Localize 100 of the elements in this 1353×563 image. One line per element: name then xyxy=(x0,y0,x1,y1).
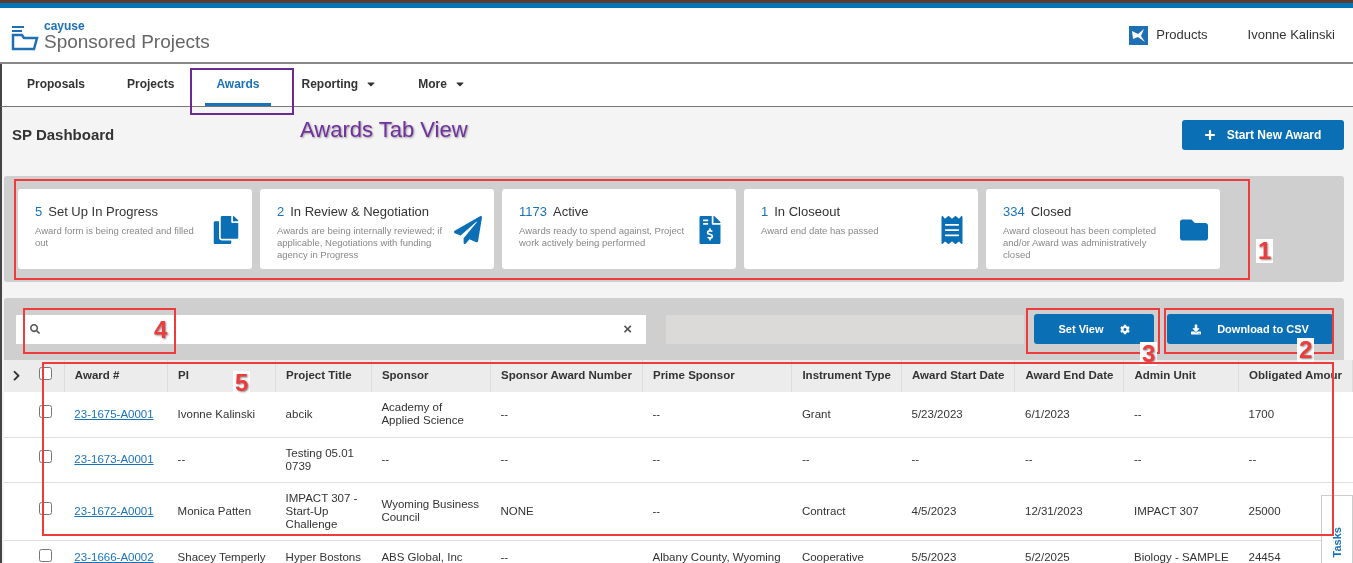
table-cell: 1700 xyxy=(1248,407,1275,420)
table-cell: 4/5/2023 xyxy=(911,504,957,517)
products-icon xyxy=(1129,25,1149,45)
nav-tab[interactable]: Proposals xyxy=(16,64,97,106)
nav-tab[interactable]: More xyxy=(407,64,476,106)
table-cell: Hyper Bostons xyxy=(285,550,362,563)
table-cell: 6/1/2023 xyxy=(1025,407,1070,420)
table-cell: IMPACT 307 - Start-Up Challenge xyxy=(285,491,358,530)
status-title: Active xyxy=(552,203,589,221)
table-cell: -- xyxy=(1133,407,1142,420)
table-cell: ABS Global, Inc xyxy=(381,550,463,563)
search-icon xyxy=(30,321,40,337)
status-card[interactable]: 1173 Active Awards ready to spend against, Project work actively being performed xyxy=(502,189,736,269)
table-cell: -- xyxy=(381,453,390,465)
row-checkbox[interactable] xyxy=(39,450,53,464)
table-cell: 5/5/2023 xyxy=(911,550,957,563)
nav-tab[interactable]: Projects xyxy=(116,64,186,106)
download-icon xyxy=(1191,323,1202,335)
table-cell: 12/31/2023 xyxy=(1025,504,1083,517)
nav-tab[interactable]: Reporting xyxy=(290,64,388,106)
table-cell: IMPACT 307 xyxy=(1133,504,1199,517)
table-cell: 5/2/2025 xyxy=(1025,550,1070,563)
award-link[interactable]: 23-1672-A0001 xyxy=(74,504,154,517)
status-card[interactable]: 2 In Review & Negotiation Awards are being internally reviewed; if applicable, Negotiations with funding agency in Progress xyxy=(260,189,494,269)
award-link[interactable]: 23-1673-A0001 xyxy=(74,453,154,465)
table-cell: -- xyxy=(1248,453,1257,465)
user-menu[interactable]: Ivonne Kalinski xyxy=(1247,25,1335,45)
status-card[interactable]: 5 Set Up In Progress Award form is being created and filled out xyxy=(18,189,252,269)
table-cell: Wyoming Business Council xyxy=(381,498,480,523)
annotation-number: 2 xyxy=(1297,338,1315,362)
settings-icon xyxy=(1119,323,1130,335)
status-title: Closed xyxy=(1030,203,1072,221)
table-cell: Shacey Temperly xyxy=(177,550,266,563)
status-card[interactable]: 1 In Closeout Award end date has passed xyxy=(744,189,978,269)
annotation-number: 5 xyxy=(233,371,251,395)
nav-tab[interactable]: Awards xyxy=(205,64,271,106)
status-description: Award end date has passed xyxy=(761,224,880,237)
clear-search-button[interactable]: × xyxy=(623,317,632,341)
tasks-side-tab[interactable]: Tasks xyxy=(1321,495,1353,563)
table-cell: -- xyxy=(500,550,509,563)
start-new-award-button[interactable]: Start New Award xyxy=(1182,120,1344,150)
products-link[interactable]: Products xyxy=(1156,25,1208,45)
table-cell: 5/23/2023 xyxy=(911,407,963,420)
table-cell: Grant xyxy=(801,407,831,420)
table-cell: 25000 xyxy=(1248,504,1281,517)
status-icon xyxy=(212,216,240,244)
status-count: 1173 xyxy=(519,203,547,221)
status-title: Set Up In Progress xyxy=(48,203,159,221)
set-view-button[interactable]: Set View xyxy=(1034,314,1154,344)
page-title: SP Dashboard xyxy=(12,124,115,145)
award-link[interactable]: 23-1675-A0001 xyxy=(74,407,154,420)
table-cell: -- xyxy=(1025,453,1033,465)
table-cell: Biology - SAMPLE xyxy=(1133,550,1229,563)
table-cell: Albany County, Wyoming xyxy=(652,550,781,563)
table-cell: -- xyxy=(652,407,661,420)
status-card[interactable]: 334 Closed Award closeout has been completed and/or Award was administratively closed xyxy=(986,189,1220,269)
status-description: Awards are being internally reviewed; if applicable, Negotiations with funding agency in Progress xyxy=(277,224,444,261)
table-cell: Testing 05.01 0739 xyxy=(285,446,354,472)
status-title: In Closeout xyxy=(774,203,840,221)
table-cell: Monica Patten xyxy=(177,504,252,517)
brand-name: Sponsored Projects xyxy=(44,31,210,51)
table-cell: -- xyxy=(652,504,661,517)
select-all-checkbox[interactable] xyxy=(39,366,53,380)
plus-icon xyxy=(1204,129,1215,141)
column-header[interactable]: Sponsor xyxy=(381,369,429,382)
column-header[interactable]: Award # xyxy=(74,369,120,382)
status-count: 334 xyxy=(1003,203,1025,221)
expand-toggle[interactable] xyxy=(4,360,32,392)
table-cell: -- xyxy=(1133,453,1142,465)
status-count: 1 xyxy=(761,203,769,221)
annotation-number: 1 xyxy=(1256,239,1274,263)
award-link[interactable]: 23-1666-A0002 xyxy=(74,550,154,563)
table-cell: -- xyxy=(911,453,920,465)
row-checkbox[interactable] xyxy=(39,548,53,562)
status-title: In Review & Negotiation xyxy=(290,203,429,221)
status-count: 5 xyxy=(35,203,43,221)
table-cell: -- xyxy=(652,453,661,465)
table-cell: -- xyxy=(801,453,810,465)
table-cell: -- xyxy=(177,453,186,465)
expand-icon xyxy=(12,370,21,382)
table-cell: 24454 xyxy=(1248,550,1281,563)
annotation-number: 3 xyxy=(1140,342,1158,366)
table-cell: Contract xyxy=(801,504,846,517)
table-cell: Academy of Applied Science xyxy=(381,401,464,427)
table-cell: -- xyxy=(500,407,509,420)
column-header[interactable]: PI xyxy=(178,369,189,382)
row-checkbox[interactable] xyxy=(39,405,53,419)
status-description: Awards ready to spend against, Project work actively being performed xyxy=(519,224,686,249)
table-cell: Cooperative xyxy=(801,550,864,563)
status-description: Award form is being created and filled out xyxy=(35,224,195,249)
table-cell: Ivonne Kalinski xyxy=(177,407,255,420)
row-checkbox[interactable] xyxy=(39,501,53,515)
status-description: Award closeout has been completed and/or Award was administratively closed xyxy=(1003,224,1157,261)
status-count: 2 xyxy=(277,203,285,221)
table-cell: -- xyxy=(500,453,509,465)
status-icon xyxy=(454,216,482,244)
table-cell: NONE xyxy=(500,504,534,517)
annotation-caption: Awards Tab View xyxy=(300,116,468,144)
table-cell: abcik xyxy=(285,407,313,420)
brand-small: cayuse xyxy=(44,19,85,32)
